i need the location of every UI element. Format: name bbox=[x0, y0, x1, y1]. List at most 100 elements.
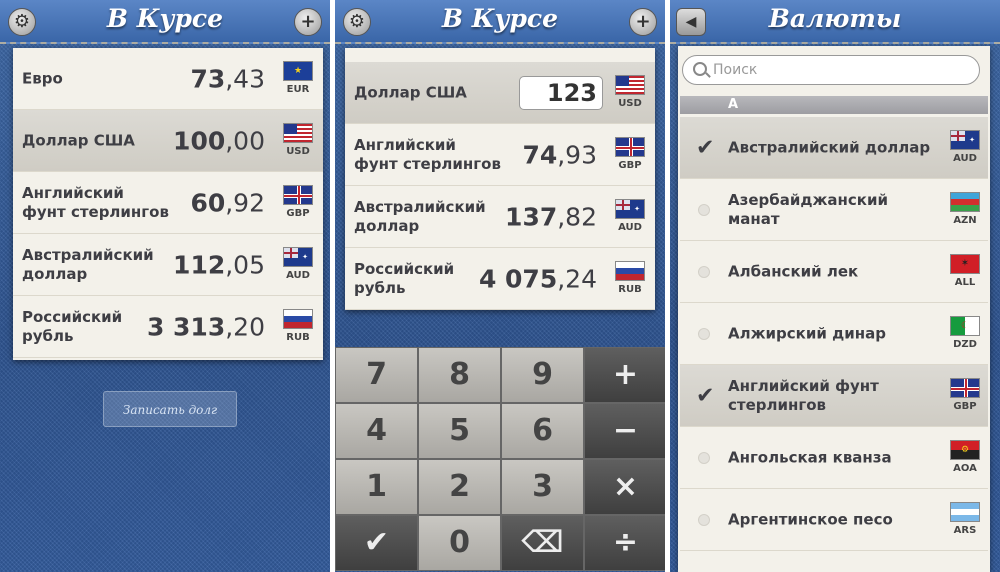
currency-value: 73,43 bbox=[190, 64, 265, 93]
currency-list: Евро 73,43 ★ EUR Доллар США 100,00 USD Английск… bbox=[13, 48, 323, 360]
currency-name: Австралийский доллар bbox=[354, 197, 486, 235]
currency-row-rub[interactable]: Российский рубль 4 075,24 RUB bbox=[345, 248, 655, 310]
currency-name: Английский фунт стерлингов bbox=[22, 183, 169, 221]
eu-flag-icon: ★ bbox=[283, 61, 313, 81]
key-confirm[interactable]: ✔ bbox=[335, 515, 418, 571]
au-flag-icon: ✦ bbox=[283, 247, 313, 267]
unchecked-dot-icon bbox=[698, 265, 710, 278]
page-title: В Курсе bbox=[441, 4, 559, 33]
currency-code: GBP bbox=[618, 160, 642, 171]
us-flag-icon bbox=[283, 123, 313, 143]
key-two[interactable]: 2 bbox=[418, 459, 501, 515]
ru-flag-icon bbox=[283, 309, 313, 329]
currency-name: Ангольская кванза bbox=[728, 448, 892, 466]
key-multiply[interactable]: × bbox=[584, 459, 665, 515]
currency-picker-screen: ◀ Валюты Поиск А ✔ Австралийский доллар ✦ A… bbox=[670, 0, 1000, 572]
currency-code: USD bbox=[286, 146, 310, 157]
currency-code: USD bbox=[618, 98, 642, 109]
gb-flag-icon bbox=[283, 185, 313, 205]
key-eight[interactable]: 8 bbox=[418, 347, 501, 403]
currency-row-gbp[interactable]: Английский фунт стерлингов 60,92 GBP bbox=[13, 172, 323, 234]
au-flag-icon: ✦ bbox=[615, 199, 645, 219]
key-three[interactable]: 3 bbox=[501, 459, 584, 515]
picker-row-aoa[interactable]: Ангольская кванза ⚙ AOA bbox=[680, 427, 988, 489]
currency-row-usd[interactable]: Доллар США 100,00 USD bbox=[13, 110, 323, 172]
currency-value: 137,82 bbox=[505, 202, 597, 231]
key-five[interactable]: 5 bbox=[418, 403, 501, 459]
currency-name: Азербайджанский манат bbox=[728, 190, 888, 228]
currency-value: 112,05 bbox=[173, 250, 265, 279]
picker-row-dzd[interactable]: Алжирский динар ☾ DZD bbox=[680, 303, 988, 365]
key-backspace[interactable]: ⌫ bbox=[501, 515, 584, 571]
currency-name: Доллар США bbox=[354, 83, 467, 101]
nav-bar: ⚙ В Курсе + bbox=[335, 0, 665, 44]
currency-code: AUD bbox=[953, 153, 977, 164]
picker-row-azn[interactable]: Азербайджанский манат AZN bbox=[680, 179, 988, 241]
currency-name: Австралийский доллар bbox=[22, 245, 154, 283]
unchecked-dot-icon bbox=[698, 327, 710, 340]
unchecked-dot-icon bbox=[698, 451, 710, 464]
picker-row-gbp[interactable]: ✔ Английский фунт стерлингов GBP bbox=[680, 365, 988, 427]
currency-code: EUR bbox=[286, 84, 310, 95]
ao-flag-icon: ⚙ bbox=[950, 440, 980, 460]
plus-icon[interactable]: + bbox=[629, 8, 657, 36]
key-nine[interactable]: 9 bbox=[501, 347, 584, 403]
au-flag-icon: ✦ bbox=[950, 130, 980, 150]
currency-row-aud[interactable]: Австралийский доллар 137,82 ✦ AUD bbox=[345, 186, 655, 248]
currency-value: 74,93 bbox=[522, 140, 597, 169]
currency-code: RUB bbox=[618, 284, 642, 295]
currency-name: Доллар США bbox=[22, 131, 135, 149]
currency-name: Евро bbox=[22, 69, 63, 87]
converter-screen-keypad: ⚙ В Курсе + Доллар США 123 USD Английски… bbox=[335, 0, 665, 572]
section-header: А bbox=[680, 96, 988, 114]
currency-value: 3 313,20 bbox=[146, 312, 265, 341]
currency-code: AZN bbox=[953, 215, 977, 226]
key-plus[interactable]: + bbox=[584, 347, 665, 403]
picker-row-all[interactable]: Албанский лек ✶ ALL bbox=[680, 241, 988, 303]
currency-row-aud[interactable]: Австралийский доллар 112,05 ✦ AUD bbox=[13, 234, 323, 296]
currency-code: ALL bbox=[954, 277, 976, 288]
key-minus[interactable]: − bbox=[584, 403, 665, 459]
currency-code: AUD bbox=[286, 270, 310, 281]
nav-bar: ◀ Валюты bbox=[670, 0, 1000, 44]
key-one[interactable]: 1 bbox=[335, 459, 418, 515]
nav-bar: ⚙ В Курсе + bbox=[0, 0, 330, 44]
checkmark-icon: ✔ bbox=[696, 135, 715, 160]
key-seven[interactable]: 7 bbox=[335, 347, 418, 403]
page-title: В Курсе bbox=[106, 4, 224, 33]
plus-icon[interactable]: + bbox=[294, 8, 322, 36]
currency-code: GBP bbox=[286, 208, 310, 219]
currency-code: ARS bbox=[953, 525, 977, 536]
converter-screen-list: ⚙ В Курсе + Евро 73,43 ★ EUR Доллар США 100,0… bbox=[0, 0, 330, 572]
currency-name: Австралийский доллар bbox=[728, 138, 931, 156]
currency-row-eur[interactable]: Евро 73,43 ★ EUR bbox=[13, 48, 323, 110]
unchecked-dot-icon bbox=[698, 203, 710, 216]
currency-list: Доллар США 123 USD Английский фунт стерл… bbox=[345, 48, 655, 310]
picker-row-aud[interactable]: ✔ Австралийский доллар ✦ AUD bbox=[680, 117, 988, 179]
currency-name: Аргентинское песо bbox=[728, 510, 893, 528]
al-flag-icon: ✶ bbox=[950, 254, 980, 274]
currency-row-gbp[interactable]: Английский фунт стерлингов 74,93 GBP bbox=[345, 124, 655, 186]
currency-row-rub[interactable]: Российский рубль 3 313,20 RUB bbox=[13, 296, 323, 358]
checkmark-icon: ✔ bbox=[696, 383, 715, 408]
amount-input[interactable]: 123 bbox=[519, 76, 603, 110]
unchecked-dot-icon bbox=[698, 513, 710, 526]
search-placeholder: Поиск bbox=[713, 62, 758, 78]
gb-flag-icon bbox=[615, 137, 645, 157]
key-four[interactable]: 4 bbox=[335, 403, 418, 459]
input-currency-row[interactable]: Доллар США 123 USD bbox=[345, 62, 655, 124]
key-zero[interactable]: 0 bbox=[418, 515, 501, 571]
currency-code: RUB bbox=[286, 332, 310, 343]
gb-flag-icon bbox=[950, 378, 980, 398]
key-divide[interactable]: ÷ bbox=[584, 515, 665, 571]
record-debt-button[interactable]: Записать долг bbox=[103, 391, 237, 427]
currency-code: AOA bbox=[953, 463, 977, 474]
picker-row-ars[interactable]: Аргентинское песо ARS bbox=[680, 489, 988, 551]
key-six[interactable]: 6 bbox=[501, 403, 584, 459]
currency-code: GBP bbox=[953, 401, 977, 412]
dz-flag-icon: ☾ bbox=[950, 316, 980, 336]
search-input[interactable]: Поиск bbox=[682, 55, 980, 85]
us-flag-icon bbox=[615, 75, 645, 95]
currency-value: 100,00 bbox=[173, 126, 265, 155]
search-icon bbox=[693, 62, 707, 76]
